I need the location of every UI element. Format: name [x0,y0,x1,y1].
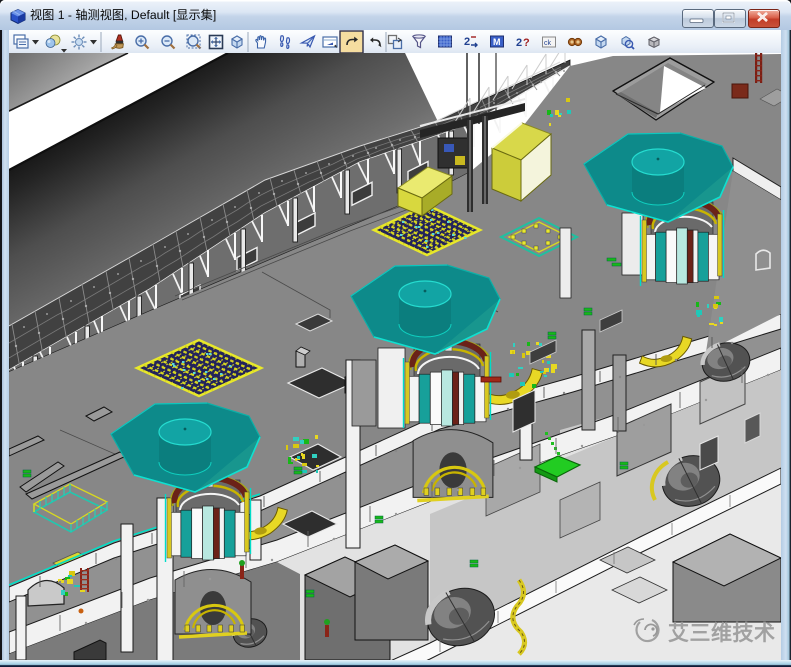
svg-text:ck: ck [544,40,552,47]
svg-text:2: 2 [464,36,470,48]
svg-text:艾三维技术: 艾三维技术 [668,621,776,645]
svg-text:?: ? [523,37,530,49]
svg-text:视图 1 - 轴测视图, Default [显示集]: 视图 1 - 轴测视图, Default [显示集] [30,7,216,22]
svg-text:M: M [493,37,501,47]
svg-text:2: 2 [516,37,522,49]
